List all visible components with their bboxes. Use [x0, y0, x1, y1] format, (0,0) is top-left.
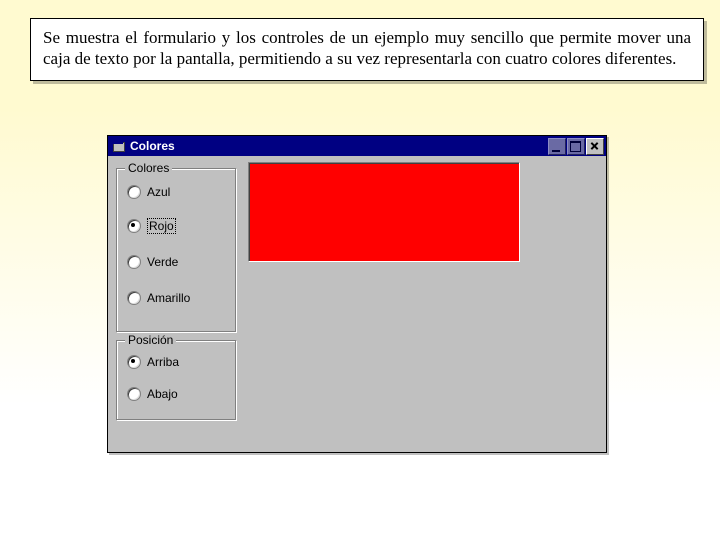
radio-azul[interactable]: Azul	[127, 183, 170, 201]
radio-icon	[127, 219, 141, 233]
system-menu-icon[interactable]	[112, 139, 126, 153]
radio-label-amarillo: Amarillo	[147, 291, 190, 305]
radio-icon	[127, 291, 141, 305]
radio-verde[interactable]: Verde	[127, 253, 178, 271]
minimize-button[interactable]	[548, 138, 566, 155]
window-controls	[547, 138, 604, 155]
radio-label-verde: Verde	[147, 255, 178, 269]
radio-label-rojo: Rojo	[147, 218, 176, 234]
color-display-panel	[248, 162, 520, 262]
colores-groupbox: Colores Azul Rojo Verde Amarillo	[116, 168, 236, 332]
radio-icon	[127, 255, 141, 269]
description-box: Se muestra el formulario y los controles…	[30, 18, 704, 81]
posicion-groupbox: Posición Arriba Abajo	[116, 340, 236, 420]
maximize-button[interactable]	[567, 138, 585, 155]
radio-amarillo[interactable]: Amarillo	[127, 289, 190, 307]
radio-icon	[127, 387, 141, 401]
radio-abajo[interactable]: Abajo	[127, 385, 178, 403]
radio-rojo[interactable]: Rojo	[127, 217, 176, 235]
colores-legend: Colores	[125, 161, 172, 175]
radio-icon	[127, 355, 141, 369]
radio-arriba[interactable]: Arriba	[127, 353, 179, 371]
radio-icon	[127, 185, 141, 199]
close-button[interactable]	[586, 138, 604, 155]
radio-label-azul: Azul	[147, 185, 170, 199]
titlebar-left: Colores	[112, 139, 175, 153]
window-title: Colores	[130, 139, 175, 153]
posicion-legend: Posición	[125, 333, 176, 347]
radio-label-arriba: Arriba	[147, 355, 179, 369]
radio-label-abajo: Abajo	[147, 387, 178, 401]
window-body: Colores Azul Rojo Verde Amarillo Posició…	[108, 156, 606, 452]
description-text: Se muestra el formulario y los controles…	[43, 28, 691, 68]
colores-window: Colores Colores Azul Rojo Verde	[107, 135, 607, 453]
titlebar[interactable]: Colores	[108, 136, 606, 156]
